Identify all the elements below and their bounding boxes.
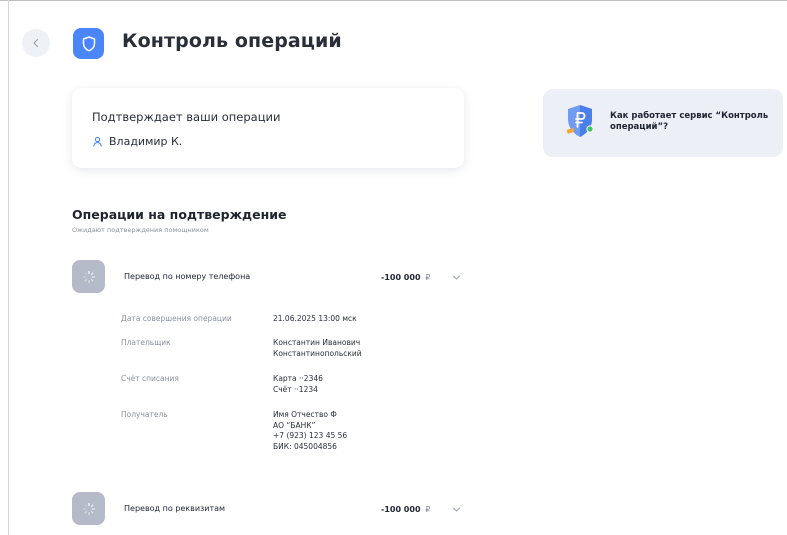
title-icon-badge bbox=[73, 28, 104, 59]
chevron-down-icon bbox=[453, 507, 460, 512]
detail-label: Счёт списания bbox=[121, 374, 179, 383]
detail-value-line: Константин Иванович bbox=[273, 338, 361, 347]
detail-value: Карта ··2346 Счёт ··1234 bbox=[273, 374, 323, 410]
page-title: Контроль операций bbox=[122, 30, 342, 52]
operation-currency: ₽ bbox=[425, 273, 431, 282]
detail-value-line: Имя Отчество Ф bbox=[273, 410, 337, 419]
detail-row-payer: Плательщик Константин Иванович Константи… bbox=[121, 338, 481, 374]
detail-value-line: Карта ··2346 bbox=[273, 374, 323, 383]
approver-user: Владимир К. bbox=[92, 135, 182, 148]
expand-toggle[interactable] bbox=[452, 505, 461, 514]
operation-status-badge bbox=[72, 492, 105, 525]
operation-name: Перевод по реквизитам bbox=[124, 504, 226, 513]
operation-name: Перевод по номеру телефона bbox=[124, 272, 251, 281]
operation-status-badge bbox=[72, 260, 105, 293]
operation-row[interactable]: Перевод по реквизитам -100 000 ₽ bbox=[72, 491, 472, 527]
loading-spinner-icon bbox=[82, 502, 95, 515]
operation-details: Дата совершения операции 21.06.2025 13:0… bbox=[121, 314, 481, 460]
window-top-border bbox=[0, 0, 787, 1]
chevron-left-icon bbox=[33, 38, 39, 48]
approver-title: Подтверждает ваши операции bbox=[92, 110, 281, 124]
detail-value: 21.06.2025 13:00 мск bbox=[273, 314, 357, 338]
detail-value: Имя Отчество Ф АО “БАНК” +7 (923) 123 45… bbox=[273, 410, 347, 460]
operation-amount-value: -100 000 bbox=[381, 505, 421, 514]
expand-toggle[interactable] bbox=[452, 273, 461, 282]
back-button[interactable] bbox=[22, 29, 50, 57]
detail-label: Получатель bbox=[121, 410, 168, 419]
window-left-border bbox=[8, 0, 9, 535]
operations-section-title: Операции на подтверждение bbox=[72, 207, 287, 222]
chevron-down-icon bbox=[453, 275, 460, 280]
detail-value-line: +7 (923) 123 45 56 bbox=[273, 431, 348, 440]
detail-value: Константин Иванович Константинопольский bbox=[273, 338, 362, 374]
detail-label: Плательщик bbox=[121, 338, 171, 347]
detail-row-account: Счёт списания Карта ··2346 Счёт ··1234 bbox=[121, 374, 481, 410]
detail-row-date: Дата совершения операции 21.06.2025 13:0… bbox=[121, 314, 481, 338]
approver-card: Подтверждает ваши операции Владимир К. bbox=[72, 88, 464, 168]
detail-label: Дата совершения операции bbox=[121, 314, 232, 323]
service-info-text: Как работает сервис “Контроль операций”? bbox=[610, 111, 769, 132]
detail-row-recipient: Получатель Имя Отчество Ф АО “БАНК” +7 (… bbox=[121, 410, 481, 460]
loading-spinner-icon bbox=[82, 270, 95, 283]
person-icon bbox=[92, 136, 103, 147]
operation-currency: ₽ bbox=[425, 505, 431, 514]
shield-ruble-icon bbox=[566, 105, 594, 137]
operation-amount: -100 000 ₽ bbox=[381, 273, 430, 282]
operation-amount-value: -100 000 bbox=[381, 273, 421, 282]
page: Контроль операций Подтверждает ваши опер… bbox=[0, 0, 787, 535]
detail-value-line: Счёт ··1234 bbox=[273, 384, 318, 394]
approver-name: Владимир К. bbox=[109, 135, 183, 148]
detail-value-line: 21.06.2025 13:00 мск bbox=[273, 314, 357, 323]
detail-value-line: БИК: 045004856 bbox=[273, 441, 337, 451]
detail-value-line: АО “БАНК” bbox=[273, 420, 316, 430]
detail-value-line: Константинопольский bbox=[273, 348, 362, 358]
service-info-card[interactable]: Как работает сервис “Контроль операций”? bbox=[543, 89, 783, 157]
shield-icon bbox=[82, 35, 95, 52]
operation-row[interactable]: Перевод по номеру телефона -100 000 ₽ bbox=[72, 259, 472, 295]
operation-amount: -100 000 ₽ bbox=[381, 505, 430, 514]
operations-section-subtitle: Ожидают подтверждения помощником bbox=[72, 226, 209, 234]
